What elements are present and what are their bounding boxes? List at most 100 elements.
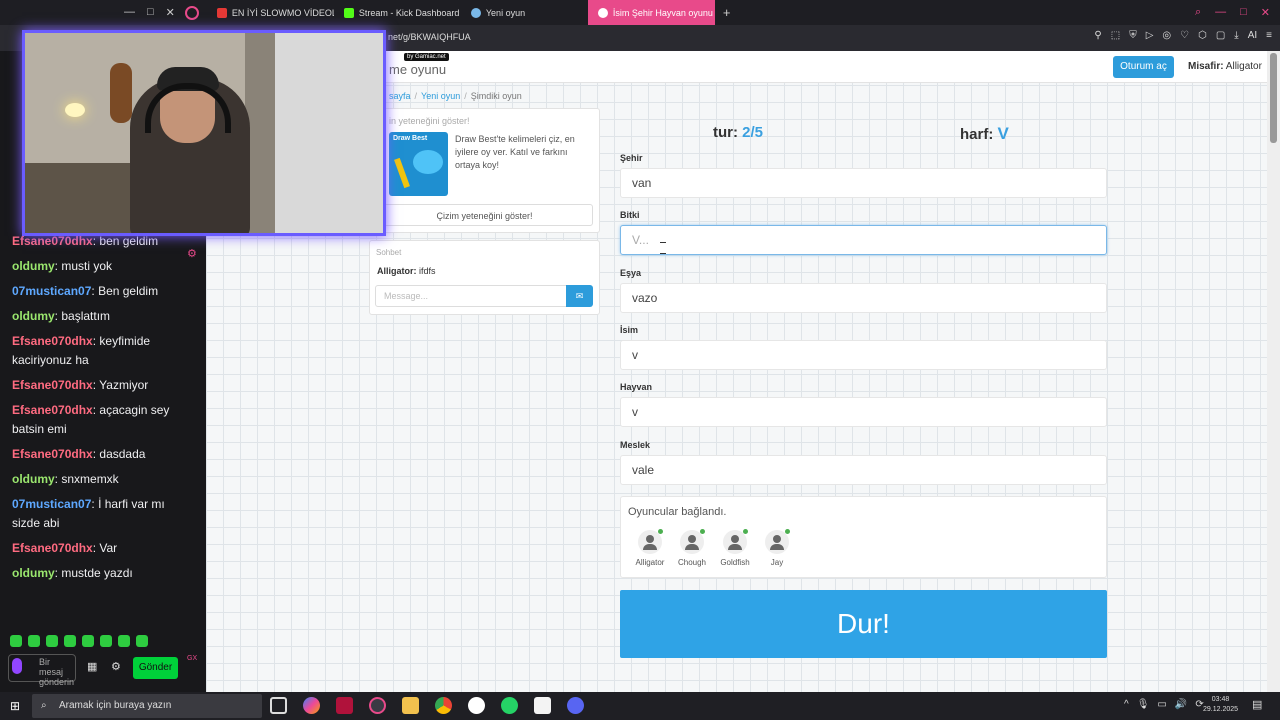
breadcrumb-home[interactable]: sayfa xyxy=(389,91,411,101)
user-avatar-icon xyxy=(638,529,663,554)
breadcrumb-current: Şimdiki oyun xyxy=(470,91,522,101)
emote-icon[interactable] xyxy=(118,635,130,647)
login-button[interactable]: Oturum aç xyxy=(1113,56,1174,78)
minimize-icon[interactable]: — xyxy=(1215,6,1226,19)
menu-icon[interactable]: ≡ xyxy=(1266,30,1272,41)
chat-text: Yazmiyor xyxy=(99,378,149,392)
maximize-icon[interactable]: □ xyxy=(1240,6,1247,19)
emote-icon[interactable] xyxy=(64,635,76,647)
settings-icon[interactable]: ⚙ xyxy=(187,247,197,260)
camera-icon[interactable]: ◎ xyxy=(1162,30,1171,41)
clock[interactable]: 03:48 29.12.2025 xyxy=(1203,695,1238,715)
microphone-icon[interactable]: 🎙 xyxy=(1137,699,1150,710)
chat-username[interactable]: Efsane070dhx xyxy=(12,447,93,461)
download-icon[interactable]: ⤓ xyxy=(1234,30,1238,41)
folder-icon[interactable] xyxy=(402,697,419,714)
promo-image[interactable]: Draw Best xyxy=(389,132,448,196)
new-tab-button[interactable]: + xyxy=(715,5,739,20)
pin-icon[interactable]: ⚲ xyxy=(1094,30,1101,41)
task-view-icon[interactable] xyxy=(270,697,287,714)
heart-icon[interactable]: ♡ xyxy=(1180,30,1189,41)
windows-start-icon[interactable]: ⊞ xyxy=(10,700,22,712)
chat-send-button[interactable]: Gönder xyxy=(133,657,178,679)
chat-username[interactable]: oldumy xyxy=(12,566,55,580)
breadcrumb-new-game[interactable]: Yeni oyun xyxy=(421,91,460,101)
chat-username[interactable]: Efsane070dhx xyxy=(12,334,93,348)
site-brand[interactable]: me oyunu xyxy=(389,62,446,77)
round-indicator: tur: 2/5 xyxy=(713,124,763,141)
chat-username[interactable]: oldumy xyxy=(12,309,55,323)
chat-message: oldumy: musti yok xyxy=(12,259,113,273)
by-gamiac-label: by Gamiac.net xyxy=(404,53,449,61)
field-label: İsim xyxy=(620,325,639,335)
chat-username[interactable]: Efsane070dhx xyxy=(12,541,93,555)
plant-input[interactable]: V... xyxy=(620,225,1107,255)
document-icon[interactable] xyxy=(534,697,551,714)
gear-icon[interactable]: ⚙ xyxy=(111,660,121,673)
name-input[interactable]: v xyxy=(620,340,1107,370)
emote-icon[interactable] xyxy=(28,635,40,647)
app-icon[interactable] xyxy=(468,697,485,714)
minimize-icon[interactable]: — xyxy=(124,6,135,19)
browser-tab[interactable]: Yeni oyun xyxy=(461,0,588,25)
city-input[interactable]: van xyxy=(620,168,1107,198)
promo-button[interactable]: Çizim yeteneğini göster! xyxy=(376,204,593,226)
scrollbar-thumb[interactable] xyxy=(1270,53,1277,143)
animal-input[interactable]: v xyxy=(620,397,1107,427)
notification-icon[interactable]: ▤ xyxy=(1252,698,1262,711)
opera-logo-icon[interactable] xyxy=(184,5,199,20)
stream-chat-input[interactable]: Bir mesaj gönderin xyxy=(8,654,76,687)
extensions-icon[interactable]: ⬡ xyxy=(1198,30,1207,41)
chat-message: Efsane070dhx: dasdada xyxy=(12,447,146,461)
snapshot-icon[interactable]: ⬚ xyxy=(1111,30,1120,41)
emote-icon[interactable] xyxy=(82,635,94,647)
search-icon[interactable]: ⌕ xyxy=(1195,6,1201,19)
webcam-overlay xyxy=(22,30,386,236)
room-chat-send-button[interactable]: ✉ xyxy=(566,285,593,307)
scrollbar[interactable] xyxy=(1267,51,1280,692)
taskbar-search[interactable]: ⌕ Aramak için buraya yazın xyxy=(32,694,262,718)
stop-button[interactable]: Dur! xyxy=(620,590,1107,658)
emote-icon[interactable] xyxy=(100,635,112,647)
chat-username[interactable]: oldumy xyxy=(12,259,55,273)
chrome-icon[interactable] xyxy=(435,697,452,714)
chat-username[interactable]: oldumy xyxy=(12,472,55,486)
copilot-icon[interactable] xyxy=(303,697,320,714)
room-chat-input[interactable]: Message... xyxy=(375,285,567,307)
browser-tab[interactable]: EN İYİ SLOWMO VİDEOLA xyxy=(207,0,334,25)
close-icon[interactable]: ✕ xyxy=(166,6,175,19)
whatsapp-icon[interactable] xyxy=(501,697,518,714)
chevron-up-icon[interactable]: ^ xyxy=(1124,699,1129,710)
volume-icon[interactable]: 🔊 xyxy=(1175,699,1187,710)
store-icon[interactable]: ▦ xyxy=(87,660,97,673)
box-icon[interactable]: ▢ xyxy=(1216,30,1225,41)
chat-username[interactable]: Efsane070dhx xyxy=(12,234,93,248)
emote-icon[interactable] xyxy=(136,635,148,647)
globe-icon xyxy=(470,7,481,18)
chat-username[interactable]: 07mustican07 xyxy=(12,284,91,298)
user-avatar-icon xyxy=(723,529,748,554)
chat-username[interactable]: Efsane070dhx xyxy=(12,403,93,417)
network-icon[interactable]: ▭ xyxy=(1157,699,1166,710)
chat-text: mustde yazdı xyxy=(61,566,133,580)
chat-username[interactable]: 07mustican07 xyxy=(12,497,91,511)
object-input[interactable]: vazo xyxy=(620,283,1107,313)
close-icon[interactable]: ✕ xyxy=(1261,6,1270,19)
profession-input[interactable]: vale xyxy=(620,455,1107,485)
ai-icon[interactable]: AI xyxy=(1248,30,1257,41)
maximize-icon[interactable]: □ xyxy=(147,6,154,19)
chat-username[interactable]: Efsane070dhx xyxy=(12,378,93,392)
chat-message: Efsane070dhx: açacagin sey batsin emi xyxy=(12,403,170,436)
shield-icon[interactable]: ⛨ xyxy=(1129,30,1137,41)
promo-image-label: Draw Best xyxy=(393,135,428,142)
emote-icon[interactable] xyxy=(46,635,58,647)
emote-icon[interactable] xyxy=(10,635,22,647)
browser-tab[interactable]: Stream - Kick Dashboard xyxy=(334,0,461,25)
url-field[interactable]: net/g/BKWAIQHFUA xyxy=(388,32,471,42)
opera-gx-icon[interactable] xyxy=(369,697,386,714)
app-icon[interactable] xyxy=(336,697,353,714)
browser-tab-active[interactable]: İsim Şehir Hayvan oyunu xyxy=(587,0,715,25)
discord-icon[interactable] xyxy=(567,697,584,714)
field-label: Eşya xyxy=(620,268,642,278)
play-icon[interactable]: ▷ xyxy=(1146,30,1154,41)
